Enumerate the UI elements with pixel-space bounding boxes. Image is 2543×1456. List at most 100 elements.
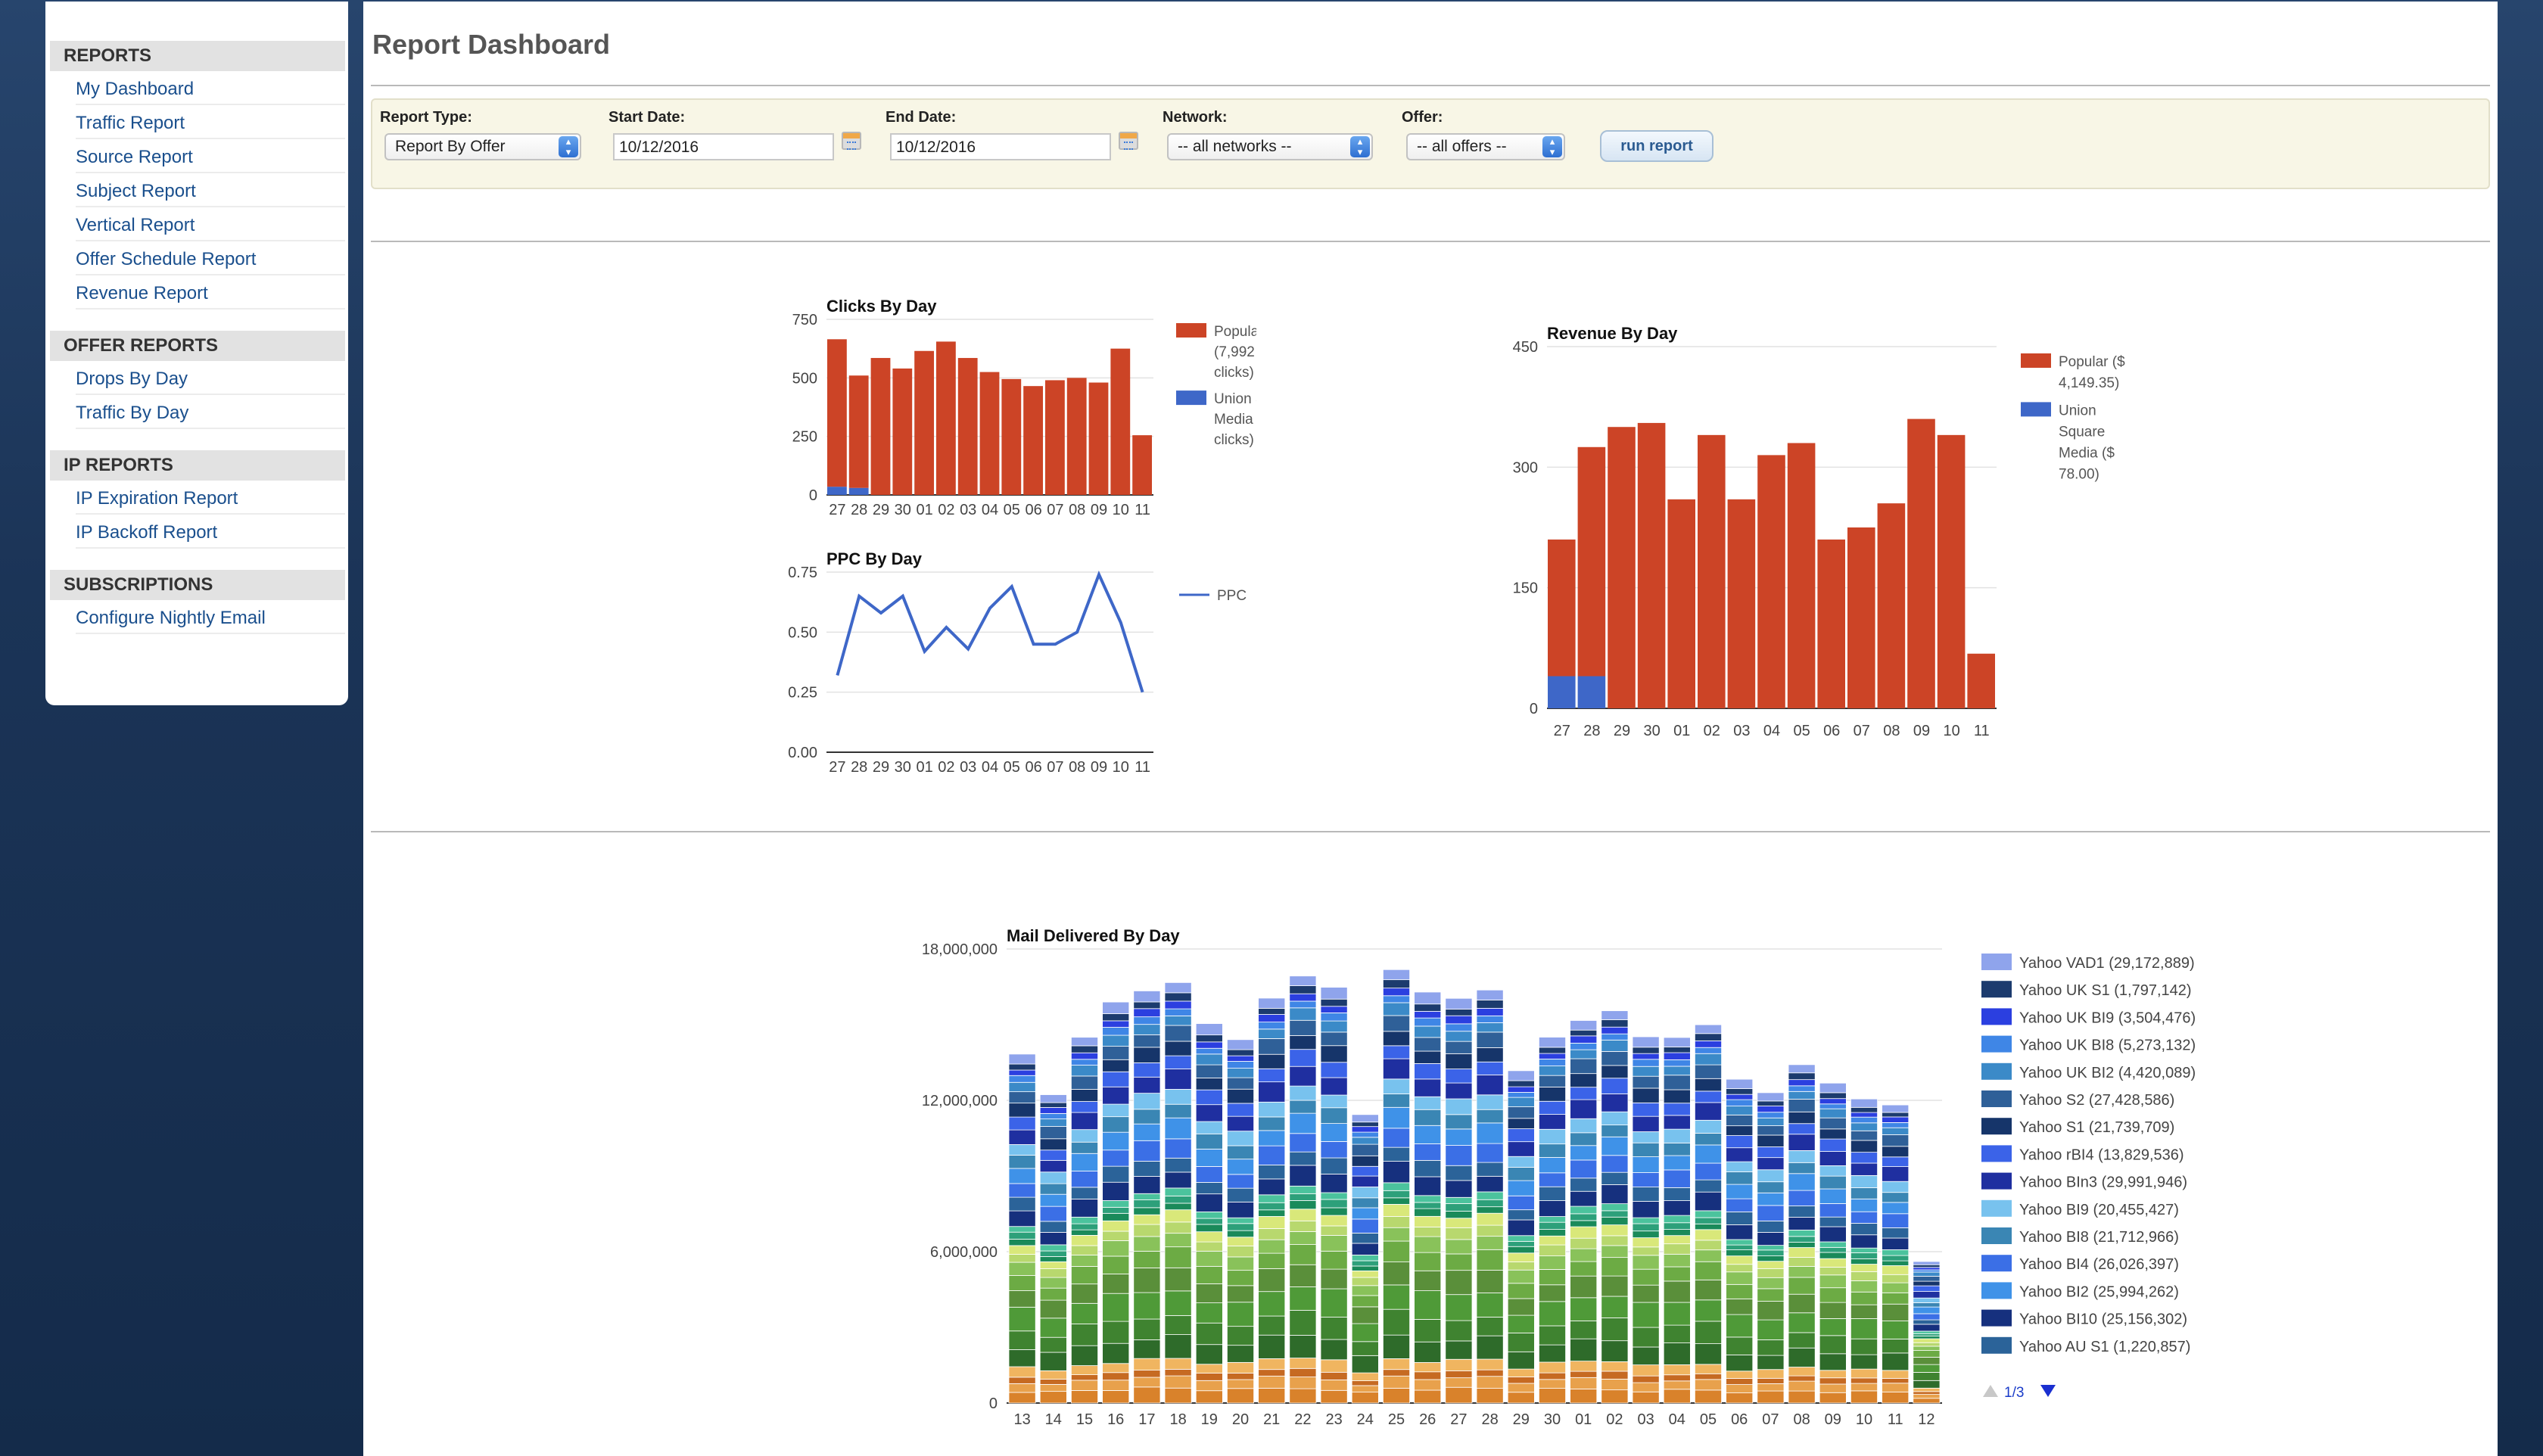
calendar-icon[interactable] xyxy=(842,132,861,150)
report-filter-bar: Report Type: Report By Offer ▴ ▾ Start Da… xyxy=(371,98,2490,189)
bar-segment xyxy=(1632,1102,1660,1117)
bar-segment xyxy=(1819,1138,1847,1152)
bar-segment xyxy=(1102,1380,1130,1391)
bar-segment xyxy=(1226,1061,1254,1069)
report-type-select[interactable]: Report By Offer ▴ ▾ xyxy=(384,133,581,160)
bar-segment xyxy=(1913,1275,1941,1282)
sidebar-item-subject-report[interactable]: Subject Report xyxy=(76,173,345,207)
sidebar-item-revenue-report[interactable]: Revenue Report xyxy=(76,275,345,310)
bar-segment xyxy=(1258,1007,1286,1015)
sidebar-item-my-dashboard[interactable]: My Dashboard xyxy=(76,71,345,105)
x-tick-label: 24 xyxy=(1357,1411,1374,1428)
bar-segment xyxy=(1289,1112,1317,1134)
bar xyxy=(1967,653,1995,708)
bar-segment xyxy=(1445,1128,1473,1146)
sidebar-item-traffic-report[interactable]: Traffic Report xyxy=(76,105,345,139)
bar-segment xyxy=(1632,1327,1660,1348)
bar-segment xyxy=(1351,1197,1379,1209)
sidebar-item-configure-nightly-email[interactable]: Configure Nightly Email xyxy=(76,600,345,634)
bar-segment xyxy=(1695,1078,1723,1092)
bar-segment xyxy=(1039,1383,1067,1392)
bar-segment xyxy=(1601,1275,1629,1297)
bar-segment xyxy=(1757,1157,1785,1171)
bar-segment xyxy=(1070,1324,1098,1346)
ppc-by-day-chart: 0.00 0.25 0.50 0.75 PPC By Day 27 28 29 30 01 02 03… xyxy=(788,549,1247,772)
bar-segment xyxy=(1601,1235,1629,1246)
bar-segment xyxy=(1226,1159,1254,1175)
bar-segment xyxy=(1663,1075,1691,1090)
sidebar-item-offer-schedule-report[interactable]: Offer Schedule Report xyxy=(76,241,345,275)
offer-select[interactable]: -- all offers -- ▴ ▾ xyxy=(1406,133,1565,160)
bar-segment xyxy=(1570,1220,1598,1227)
x-tick-label: 01 xyxy=(1575,1411,1592,1428)
sidebar-item-ip-expiration-report[interactable]: IP Expiration Report xyxy=(76,481,345,515)
bar-segment xyxy=(1476,1022,1504,1033)
bar xyxy=(1907,418,1935,708)
x-tick-label: 03 xyxy=(960,759,976,772)
bar-segment xyxy=(1539,1186,1567,1201)
bar-segment xyxy=(1663,1187,1691,1201)
bar-segment xyxy=(1507,1097,1535,1107)
bar-segment xyxy=(1882,1282,1910,1293)
sidebar-item-source-report[interactable]: Source Report xyxy=(76,139,345,173)
bar-segment xyxy=(1102,1363,1130,1374)
network-select[interactable]: -- all networks -- ▴ ▾ xyxy=(1167,133,1373,160)
bar-segment xyxy=(1601,1051,1629,1066)
x-tick-label: 14 xyxy=(1045,1411,1062,1428)
bar-segment xyxy=(1726,1114,1754,1127)
bar-segment xyxy=(1476,1369,1504,1377)
bar xyxy=(1045,380,1065,495)
bar-segment xyxy=(1070,1223,1098,1230)
bar-segment xyxy=(1289,1007,1317,1021)
bar-segment xyxy=(1757,1134,1785,1147)
bar-segment xyxy=(1008,1144,1036,1156)
x-tick-label: 20 xyxy=(1232,1411,1249,1428)
bar-segment xyxy=(1320,1062,1348,1078)
bar-segment xyxy=(1757,1146,1785,1159)
x-tick-label: 08 xyxy=(1069,759,1085,772)
bar-segment xyxy=(1601,1078,1629,1094)
sidebar-item-traffic-by-day[interactable]: Traffic By Day xyxy=(76,395,345,429)
bar-segment xyxy=(1008,1226,1036,1233)
x-tick-label: 03 xyxy=(1637,1411,1654,1428)
bar-segment xyxy=(1539,1361,1567,1374)
bar-segment xyxy=(1226,1223,1254,1231)
bar-segment xyxy=(1383,995,1411,1003)
sidebar-item-drops-by-day[interactable]: Drops By Day xyxy=(76,361,345,395)
bar-segment xyxy=(1383,1334,1411,1359)
divider xyxy=(371,831,2490,832)
bar-segment xyxy=(1850,1390,1878,1404)
bar-segment xyxy=(1726,1099,1754,1107)
x-tick-label: 30 xyxy=(1643,723,1660,739)
bar-segment xyxy=(1226,1145,1254,1160)
bar-segment xyxy=(1819,1226,1847,1243)
bar-segment xyxy=(1383,1197,1411,1205)
sidebar-item-ip-backoff-report[interactable]: IP Backoff Report xyxy=(76,515,345,549)
bar-segment xyxy=(1695,1033,1723,1041)
bar-segment xyxy=(1195,1193,1223,1212)
end-date-input[interactable]: 10/12/2016 xyxy=(890,133,1111,160)
bar-segment xyxy=(1133,1386,1161,1404)
bar-segment xyxy=(1195,1133,1223,1150)
calendar-icon[interactable] xyxy=(1119,132,1138,150)
bar-segment xyxy=(1913,1302,1941,1308)
bar-segment xyxy=(1539,1301,1567,1327)
legend-swatch xyxy=(1981,1282,2012,1299)
bar-segment xyxy=(1133,1214,1161,1225)
bar-segment xyxy=(1226,1230,1254,1238)
run-report-button[interactable]: run report xyxy=(1600,130,1713,162)
x-tick-label: 06 xyxy=(1823,723,1840,739)
bar-segment xyxy=(1195,1231,1223,1243)
bar-segment xyxy=(1695,1364,1723,1374)
bar-segment xyxy=(1414,1195,1442,1203)
bar-segment xyxy=(1102,1013,1130,1022)
sidebar-item-vertical-report[interactable]: Vertical Report xyxy=(76,207,345,241)
start-date-input[interactable]: 10/12/2016 xyxy=(613,133,834,160)
bar-segment xyxy=(1102,1059,1130,1072)
bar-segment xyxy=(1570,1049,1598,1059)
bar-segment xyxy=(1102,1131,1130,1151)
x-tick-label: 02 xyxy=(1704,723,1720,739)
bar-segment xyxy=(1507,1086,1535,1093)
bar-segment xyxy=(1320,1192,1348,1200)
bar-segment xyxy=(1539,1128,1567,1145)
